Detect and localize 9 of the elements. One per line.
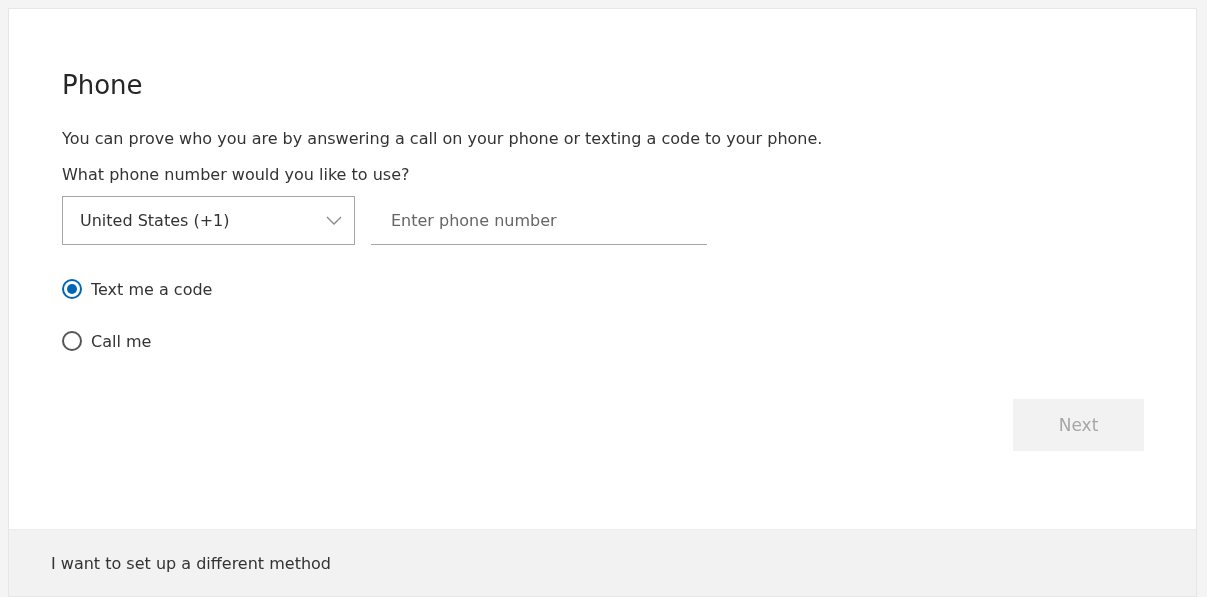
chevron-down-icon xyxy=(326,216,342,225)
different-method-link[interactable]: I want to set up a different method xyxy=(51,553,331,573)
description-text: You can prove who you are by answering a call on your phone or texting a code to your phone. xyxy=(62,128,824,150)
phone-number-field[interactable]: Enter phone number xyxy=(371,196,707,245)
question-label: What phone number would you like to use? xyxy=(62,164,411,186)
radio-option[interactable]: Call me xyxy=(62,331,152,351)
radio-option[interactable]: Text me a code xyxy=(62,279,213,299)
country-dropdown[interactable]: United States (+1) xyxy=(62,196,355,245)
page-title: Phone xyxy=(62,69,144,101)
